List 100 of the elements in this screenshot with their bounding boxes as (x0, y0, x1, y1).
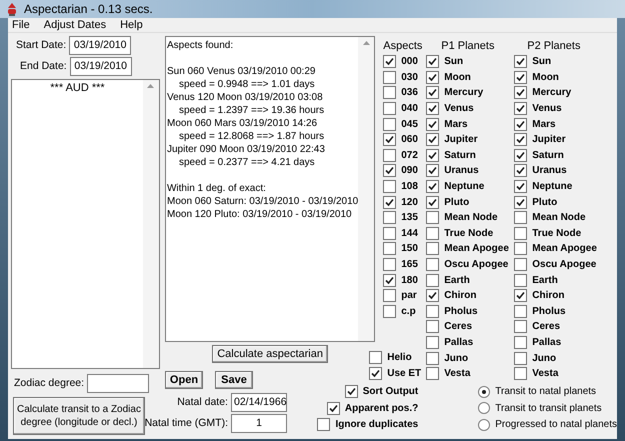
menu-item[interactable]: Adjust Dates (44, 16, 106, 34)
checkbox[interactable] (514, 304, 528, 318)
checkbox[interactable] (383, 274, 396, 287)
checkbox[interactable] (426, 55, 440, 68)
menu-item[interactable]: File (12, 16, 30, 34)
radio-button[interactable] (478, 402, 490, 414)
checkbox[interactable] (514, 102, 528, 116)
checkbox-label: Earth (444, 274, 470, 288)
calculate-button[interactable]: Calculate aspectarian (212, 345, 328, 363)
checkbox[interactable] (426, 211, 440, 224)
checkbox-label: Use ET (387, 366, 422, 381)
checkbox[interactable] (514, 148, 528, 162)
checkbox[interactable] (514, 336, 528, 349)
checkbox[interactable] (426, 352, 440, 365)
checkbox[interactable] (383, 148, 396, 162)
checkbox-label: Ceres (444, 320, 472, 334)
checkbox[interactable] (426, 180, 440, 194)
start-date-field[interactable]: 03/19/2010 (69, 36, 132, 55)
checkbox[interactable] (426, 196, 440, 209)
checkbox[interactable] (383, 164, 396, 178)
checkbox[interactable] (383, 304, 396, 318)
zodiac-degree-field[interactable] (87, 374, 150, 393)
checkbox[interactable] (426, 102, 440, 116)
checkbox[interactable] (426, 258, 440, 272)
checkbox[interactable] (383, 118, 396, 131)
checkbox[interactable] (317, 418, 330, 432)
menu-item[interactable]: Help (120, 16, 143, 34)
checkbox[interactable] (383, 86, 396, 100)
checkbox[interactable] (383, 289, 396, 302)
checkbox[interactable] (514, 226, 528, 240)
checkbox[interactable] (344, 385, 358, 398)
radio-button[interactable] (478, 418, 490, 431)
open-button[interactable]: Open (164, 371, 203, 389)
natal-date-field[interactable]: 02/14/1966 (230, 393, 287, 412)
checkbox[interactable] (426, 148, 440, 162)
checkbox-label: 120 (401, 196, 418, 210)
aspect-line: Moon 060 Mars 03/19/2010 14:26 (166, 117, 318, 130)
checkbox[interactable] (426, 226, 440, 240)
checkbox[interactable] (514, 211, 528, 224)
checkbox[interactable] (383, 102, 396, 116)
checkbox[interactable] (383, 133, 396, 146)
checkbox[interactable] (383, 258, 396, 272)
checkbox[interactable] (426, 86, 440, 100)
checkbox[interactable] (426, 304, 440, 318)
checkbox[interactable] (383, 196, 396, 209)
checkbox-label: 060 (401, 133, 418, 148)
checkbox[interactable] (383, 180, 396, 194)
save-button[interactable]: Save (214, 371, 253, 389)
checkbox[interactable] (514, 164, 528, 178)
checkbox-label: Sun (444, 55, 464, 70)
aspect-line: Venus 120 Moon 03/19/2010 03:08 (166, 91, 323, 104)
checkbox[interactable] (383, 55, 396, 68)
checkbox[interactable] (426, 242, 440, 256)
checkbox[interactable] (426, 133, 440, 146)
zodiac-button[interactable]: Calculate transit to a Zodiac degree (longitude or decl.) (13, 397, 145, 435)
natal-time-field[interactable]: 1 (230, 414, 287, 433)
radio-button[interactable] (478, 386, 490, 398)
checkbox[interactable] (514, 70, 528, 84)
checkbox[interactable] (514, 118, 528, 131)
checkbox[interactable] (426, 274, 440, 287)
checkbox[interactable] (426, 320, 440, 334)
checkbox[interactable] (514, 133, 528, 146)
checkbox-label: Mean Apogee (532, 242, 597, 256)
checkbox[interactable] (514, 289, 528, 302)
checkbox[interactable] (426, 164, 440, 178)
checkbox-label: Neptune (532, 180, 572, 194)
checkbox[interactable] (369, 351, 382, 364)
checkbox[interactable] (383, 242, 396, 256)
end-date-field[interactable]: 03/19/2010 (70, 57, 132, 76)
list-item[interactable]: *** AUD *** (50, 80, 105, 96)
checkbox-label: 090 (401, 164, 418, 178)
checkbox[interactable] (326, 402, 340, 415)
checkbox-label: 072 (401, 148, 418, 163)
checkbox-label: Saturn (532, 148, 564, 163)
checkbox[interactable] (383, 226, 396, 240)
checkbox-label: Pluto (444, 196, 470, 210)
checkbox[interactable] (426, 336, 440, 349)
checkbox[interactable] (514, 242, 528, 256)
checkbox-label: Vesta (532, 367, 558, 382)
checkbox[interactable] (426, 70, 440, 84)
checkbox[interactable] (514, 367, 528, 380)
scroll-up-icon[interactable] (147, 84, 154, 88)
scroll-up-icon[interactable] (362, 41, 370, 45)
list-box[interactable]: *** AUD *** (11, 79, 160, 369)
checkbox[interactable] (426, 289, 440, 302)
checkbox[interactable] (426, 118, 440, 131)
output-text-area[interactable] (164, 36, 376, 342)
checkbox[interactable] (514, 320, 528, 334)
checkbox[interactable] (514, 55, 528, 68)
checkbox[interactable] (369, 366, 382, 380)
checkbox[interactable] (514, 180, 528, 194)
checkbox[interactable] (514, 352, 528, 365)
checkbox[interactable] (383, 70, 396, 84)
checkbox[interactable] (383, 211, 396, 224)
checkbox[interactable] (514, 274, 528, 287)
checkbox-label: Moon (444, 70, 471, 85)
checkbox[interactable] (426, 367, 440, 380)
checkbox[interactable] (514, 196, 528, 209)
checkbox[interactable] (514, 86, 528, 100)
checkbox[interactable] (514, 258, 528, 272)
